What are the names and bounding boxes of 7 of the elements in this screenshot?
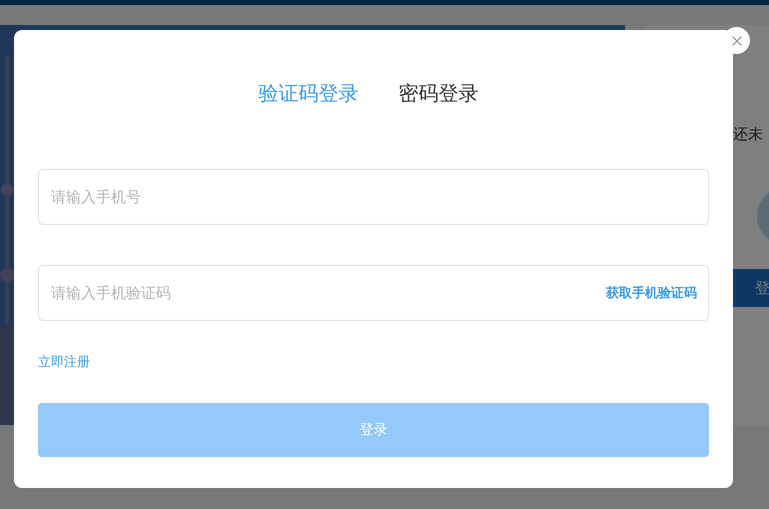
register-link[interactable]: 立即注册 (38, 353, 90, 371)
phone-field[interactable]: 请输入手机号 (38, 169, 709, 225)
side-panel-button[interactable]: 登 (733, 269, 769, 307)
side-panel-text: 还未 (733, 125, 764, 144)
login-tab[interactable]: 验证码登录 (258, 80, 358, 107)
login-tab[interactable]: 密码登录 (398, 80, 478, 107)
get-code-button[interactable]: 获取手机验证码 (606, 284, 697, 302)
